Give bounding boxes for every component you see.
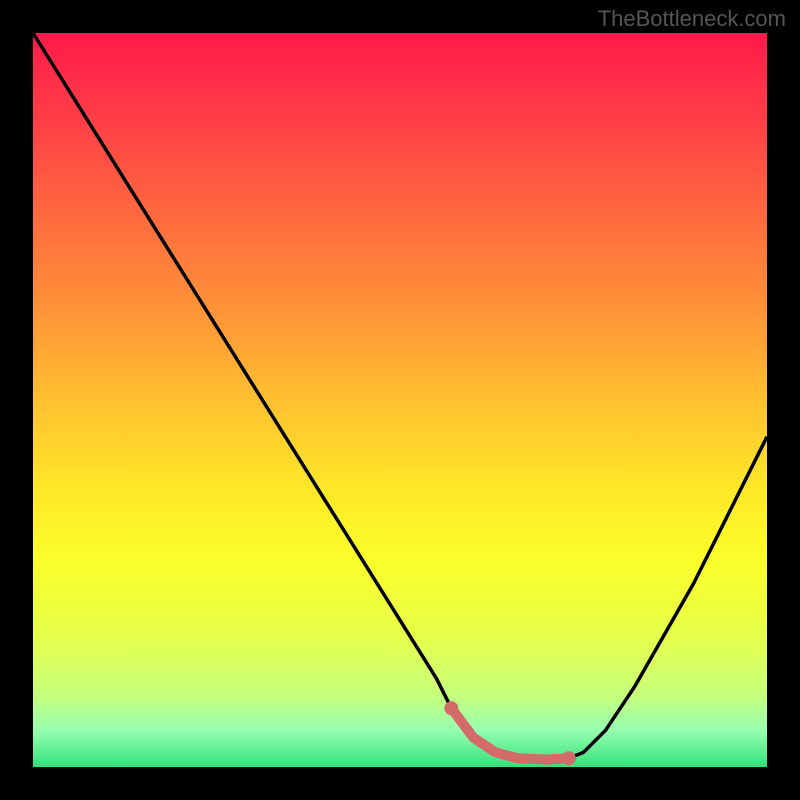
bottleneck-chart bbox=[33, 33, 767, 767]
watermark-text: TheBottleneck.com bbox=[598, 6, 786, 32]
optimal-endpoint-0 bbox=[444, 701, 458, 715]
chart-background bbox=[33, 33, 767, 767]
optimal-endpoint-1 bbox=[562, 751, 576, 765]
chart-svg bbox=[33, 33, 767, 767]
